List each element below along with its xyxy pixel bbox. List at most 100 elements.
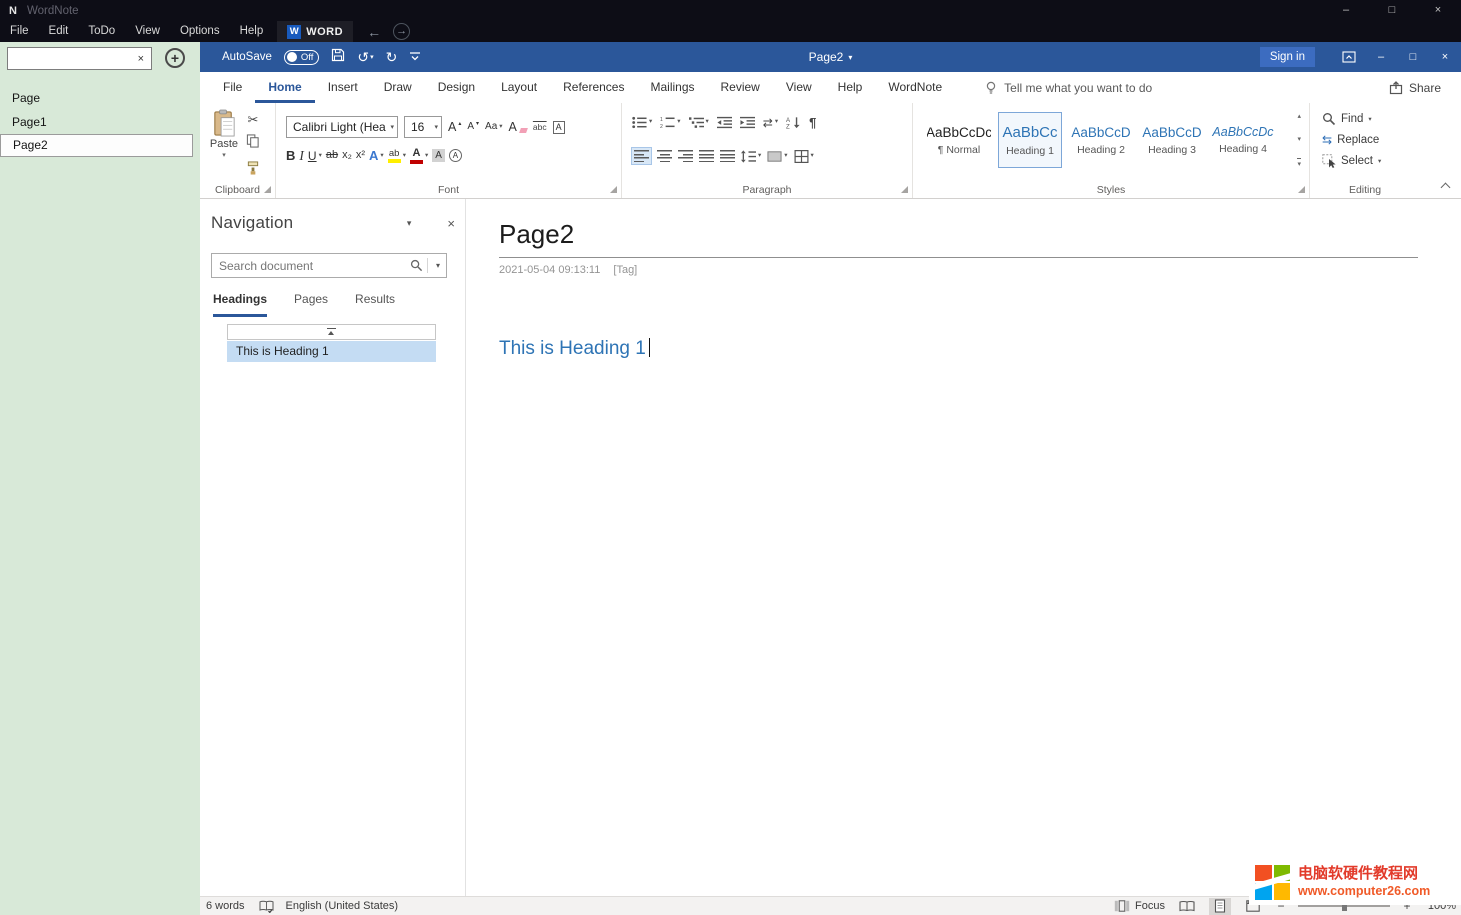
customize-quick-access-button[interactable] (409, 48, 421, 66)
style-heading-3[interactable]: AaBbCcD Heading 3 (1140, 112, 1204, 168)
page-list-item-selected[interactable]: Page2 (0, 134, 193, 157)
tab-insert[interactable]: Insert (315, 72, 371, 103)
document-search-input[interactable] (212, 259, 410, 273)
nav-heading-item[interactable]: This is Heading 1 (227, 341, 436, 362)
styles-scroll-up-button[interactable]: ▴ (1297, 112, 1301, 120)
focus-button[interactable]: Focus (1114, 900, 1165, 912)
paragraph-dialog-launcher[interactable] (901, 186, 908, 193)
more-styles-button[interactable]: ▾ (1297, 158, 1301, 168)
font-dialog-launcher[interactable] (610, 186, 617, 193)
print-layout-button[interactable] (1209, 898, 1231, 915)
read-mode-button[interactable] (1176, 898, 1198, 915)
justify-button[interactable] (699, 150, 714, 162)
underline-button[interactable]: U▾ (308, 150, 322, 162)
collapse-ribbon-button[interactable] (1441, 183, 1451, 193)
font-size-select[interactable]: 16 ▾ (404, 116, 442, 138)
enclose-characters-button[interactable]: A (449, 149, 462, 162)
navigation-menu-button[interactable]: ▾ (407, 218, 412, 229)
word-maximize-button[interactable]: □ (1397, 42, 1429, 72)
phonetic-guide-button[interactable]: abc (533, 123, 547, 132)
highlight-color-button[interactable]: ab ▾ (388, 149, 406, 163)
zoom-slider[interactable] (1298, 905, 1390, 907)
multilevel-list-button[interactable]: ▾ (689, 116, 709, 129)
save-button[interactable] (331, 48, 345, 67)
tab-references[interactable]: References (550, 72, 637, 103)
menu-options[interactable]: Options (170, 21, 230, 42)
grow-font-button[interactable]: A▴ (448, 121, 461, 134)
navigation-search-box[interactable]: ▾ (211, 253, 447, 278)
find-button[interactable]: Find ▾ (1322, 112, 1381, 126)
add-page-button[interactable]: + (165, 48, 185, 68)
search-options-dropdown[interactable]: ▾ (432, 261, 446, 270)
italic-button[interactable]: I (299, 149, 304, 163)
style-heading-2[interactable]: AaBbCcD Heading 2 (1069, 112, 1133, 168)
show-hide-marks-button[interactable]: ¶ (809, 116, 816, 129)
autosave-toggle[interactable]: Off (284, 50, 320, 65)
paste-button[interactable]: Paste ▾ (208, 109, 240, 159)
menu-file[interactable]: File (0, 21, 39, 42)
tab-home[interactable]: Home (255, 72, 314, 103)
numbering-button[interactable]: 12 ▾ (660, 116, 680, 129)
document-area[interactable]: Page2 2021-05-04 09:13:11 [Tag] This is … (466, 199, 1461, 896)
page-list-item[interactable]: Page1 (0, 110, 200, 134)
tab-view[interactable]: View (773, 72, 825, 103)
bold-button[interactable]: B (286, 149, 295, 162)
sort-button[interactable]: AZ (786, 116, 801, 129)
subscript-button[interactable]: x₂ (342, 150, 352, 161)
tab-draw[interactable]: Draw (371, 72, 425, 103)
page-list-item[interactable]: Page (0, 86, 200, 110)
word-close-button[interactable]: × (1429, 42, 1461, 72)
decrease-indent-button[interactable] (717, 116, 732, 129)
clear-formatting-button[interactable]: A (509, 121, 527, 134)
redo-button[interactable]: ↻ (386, 50, 398, 64)
share-button[interactable]: Share (1389, 72, 1441, 103)
replace-button[interactable]: ⇆ Replace (1322, 134, 1381, 146)
ribbon-display-options-button[interactable] (1333, 42, 1365, 72)
strikethrough-button[interactable]: ab (326, 150, 338, 161)
undo-button[interactable]: ↺ ▾ (357, 50, 373, 64)
styles-scroll-down-button[interactable]: ▾ (1297, 135, 1301, 143)
change-case-button[interactable]: Aa▾ (485, 122, 503, 132)
align-center-button[interactable] (657, 150, 672, 162)
forward-arrow-icon[interactable]: → (393, 23, 410, 40)
shrink-font-button[interactable]: A▾ (467, 121, 479, 133)
character-border-button[interactable]: A (553, 121, 565, 134)
app-close-button[interactable]: × (1415, 0, 1461, 21)
back-arrow-icon[interactable]: ← (367, 24, 381, 40)
tab-file[interactable]: File (210, 72, 255, 103)
word-document-tab[interactable]: W WORD (277, 21, 353, 42)
nav-tab-headings[interactable]: Headings (213, 292, 267, 317)
align-right-button[interactable] (678, 150, 693, 162)
tab-mailings[interactable]: Mailings (637, 72, 707, 103)
character-shading-button[interactable]: A (432, 149, 445, 162)
sidebar-search-input[interactable] (8, 52, 131, 66)
select-button[interactable]: Select ▾ (1322, 154, 1381, 168)
style-heading-1[interactable]: AaBbCc Heading 1 (998, 112, 1062, 168)
copy-button[interactable] (246, 134, 260, 153)
document-title-dropdown[interactable]: Page2 ▾ (809, 50, 853, 64)
nav-tab-results[interactable]: Results (355, 292, 395, 317)
format-painter-button[interactable] (246, 161, 260, 180)
cut-button[interactable]: ✂ (248, 113, 259, 126)
tab-design[interactable]: Design (425, 72, 488, 103)
navigation-close-button[interactable]: × (447, 216, 455, 231)
style-heading-4[interactable]: AaBbCcDc Heading 4 (1211, 112, 1275, 168)
styles-dialog-launcher[interactable] (1298, 186, 1305, 193)
font-color-button[interactable]: A ▾ (410, 148, 428, 164)
style-normal[interactable]: AaBbCcDc ¶ Normal (927, 112, 991, 168)
sidebar-search-box[interactable]: × (7, 47, 152, 70)
tab-wordnote[interactable]: WordNote (875, 72, 955, 103)
menu-help[interactable]: Help (230, 21, 274, 42)
proofing-status-button[interactable] (259, 900, 274, 913)
menu-todo[interactable]: ToDo (78, 21, 125, 42)
tab-layout[interactable]: Layout (488, 72, 550, 103)
language-status[interactable]: English (United States) (286, 900, 399, 912)
word-minimize-button[interactable]: – (1365, 42, 1397, 72)
search-icon[interactable] (410, 259, 423, 272)
borders-button[interactable]: ▾ (794, 150, 814, 163)
menu-view[interactable]: View (125, 21, 170, 42)
distributed-button[interactable] (720, 150, 735, 162)
word-count[interactable]: 6 words (206, 900, 245, 912)
tab-help[interactable]: Help (825, 72, 876, 103)
shading-button[interactable]: ▾ (767, 150, 787, 163)
